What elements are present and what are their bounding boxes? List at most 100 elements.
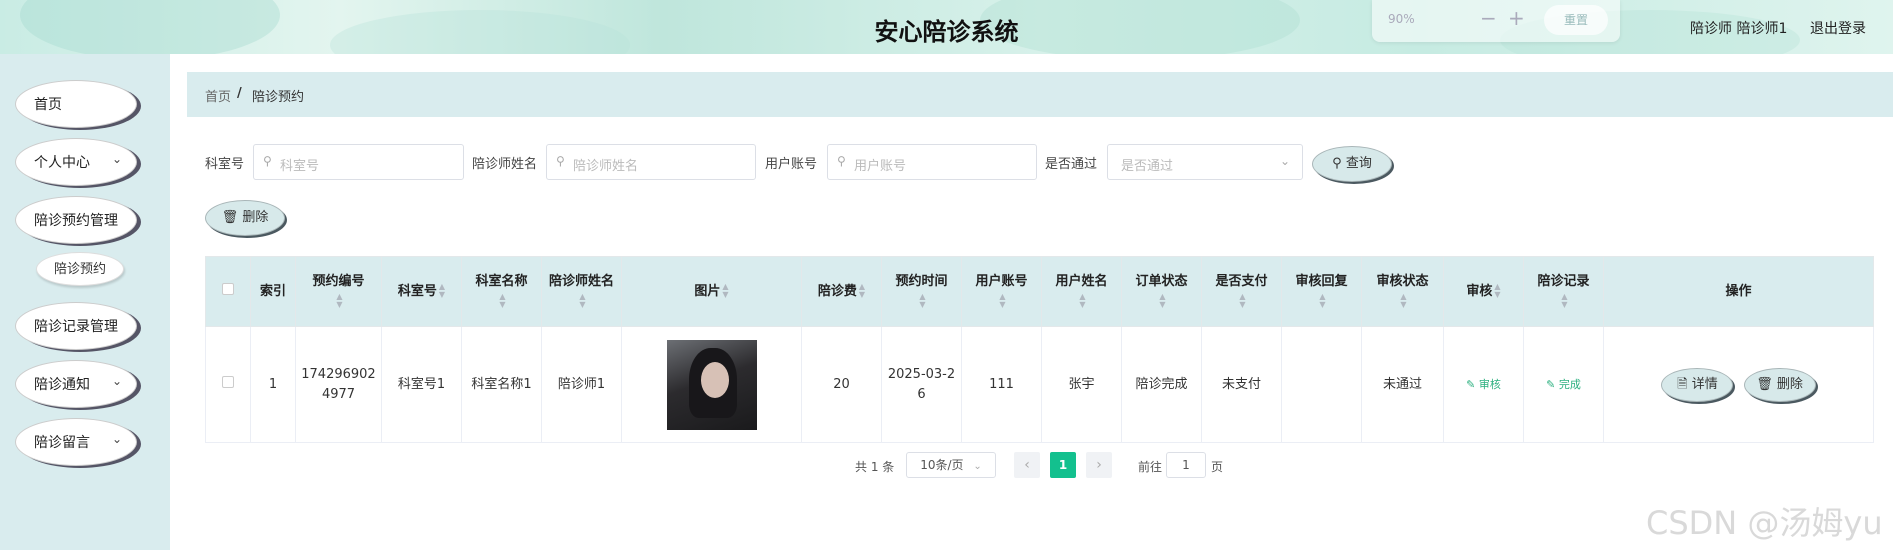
select-placeholder: 是否通过: [1121, 159, 1174, 174]
chevron-down-icon: ⌄: [111, 432, 122, 446]
sort-icon[interactable]: ▲ ▼: [919, 293, 925, 309]
sort-icon[interactable]: ▲ ▼: [1079, 293, 1085, 309]
search-icon: ⚲: [1332, 156, 1342, 171]
cell-review: ✎ 审核: [1443, 326, 1524, 443]
detail-button[interactable]: 🗎 详情: [1661, 367, 1734, 402]
page-size-value: 10条/页: [920, 458, 964, 472]
column-header[interactable]: 陪诊费 ▲ ▼: [801, 256, 882, 327]
column-header: 操作: [1603, 256, 1874, 327]
column-header[interactable]: 预约时间 ▲ ▼: [881, 256, 962, 327]
cell-time: 2025-03-26: [881, 326, 962, 443]
column-header[interactable]: 科室名称 ▲ ▼: [461, 256, 542, 327]
cell-record: ✎ 完成: [1523, 326, 1604, 443]
page-size-select[interactable]: 10条/页 ⌄: [906, 452, 996, 478]
sidebar-subitem-appointment[interactable]: 陪诊预约: [36, 252, 124, 286]
sidebar-item-record-management[interactable]: 陪诊记录管理: [15, 302, 137, 350]
zoom-out-button[interactable]: −: [1480, 6, 1497, 30]
chevron-down-icon: ⌄: [1279, 154, 1290, 168]
sidebar-item-home[interactable]: 首页: [15, 80, 137, 128]
column-header[interactable]: 是否支付 ▲ ▼: [1201, 256, 1282, 327]
sort-icon[interactable]: ▲ ▼: [579, 293, 585, 309]
column-header[interactable]: 预约编号 ▲ ▼: [295, 256, 382, 327]
room-search-input[interactable]: ⚲ 科室号: [253, 144, 464, 180]
sort-icon[interactable]: ▲ ▼: [439, 283, 445, 299]
sort-icon[interactable]: ▲ ▼: [1400, 293, 1406, 309]
cell-actions: 🗎 详情 🗑 删除: [1603, 326, 1874, 443]
breadcrumb-home[interactable]: 首页: [205, 86, 231, 105]
column-header-label: 图片: [694, 283, 721, 299]
sort-icon[interactable]: ▲ ▼: [859, 283, 865, 299]
column-header[interactable]: 图片 ▲ ▼: [621, 256, 802, 327]
column-header-label: 是否支付: [1215, 273, 1268, 289]
column-header-label: 审核: [1466, 283, 1493, 299]
chevron-down-icon: ⌄: [111, 374, 122, 388]
sidebar-item-messages[interactable]: 陪诊留言 ⌄: [15, 418, 137, 466]
sidebar-item-label: 陪诊记录管理: [34, 319, 118, 335]
zoom-reset-button[interactable]: 重置: [1544, 5, 1608, 35]
sort-icon[interactable]: ▲ ▼: [1239, 293, 1245, 309]
goto-page-input[interactable]: 1: [1166, 452, 1206, 478]
top-header: 安心陪诊系统 90% − + 重置 陪诊师 陪诊师1 退出登录: [0, 0, 1893, 54]
pagination-total: 共 1 条: [855, 460, 895, 474]
column-header-label: 陪诊费: [817, 283, 857, 299]
column-header-label: 科室号: [397, 283, 437, 299]
row-checkbox[interactable]: [222, 375, 234, 388]
sidebar-item-appointment-management[interactable]: 陪诊预约管理: [15, 196, 137, 244]
escort-search-input[interactable]: ⚲ 陪诊师姓名: [546, 144, 756, 180]
sort-icon[interactable]: ▲ ▼: [1561, 293, 1567, 309]
edit-icon: ✎: [1466, 377, 1476, 391]
goto-label: 前往: [1138, 460, 1163, 474]
column-header[interactable]: 科室号 ▲ ▼: [381, 256, 462, 327]
select-all-checkbox[interactable]: [222, 282, 234, 295]
sort-icon[interactable]: ▲ ▼: [499, 293, 505, 309]
query-button[interactable]: ⚲ 查询: [1312, 146, 1392, 182]
column-header[interactable]: 陪诊师姓名 ▲ ▼: [541, 256, 622, 327]
column-header-label: 审核状态: [1376, 273, 1429, 289]
avatar-photo[interactable]: [666, 339, 757, 430]
column-header[interactable]: 审核回复 ▲ ▼: [1281, 256, 1362, 327]
column-header[interactable]: 审核 ▲ ▼: [1443, 256, 1524, 327]
search-icon: ⚲: [837, 154, 846, 168]
column-header[interactable]: 用户账号 ▲ ▼: [961, 256, 1042, 327]
account-search-input[interactable]: ⚲ 用户账号: [827, 144, 1037, 180]
row-select-cell[interactable]: [205, 326, 251, 443]
cell-fee: 20: [801, 326, 882, 443]
passed-select[interactable]: 是否通过 ⌄: [1107, 144, 1303, 180]
trash-icon: 🗑: [221, 210, 239, 225]
sort-icon[interactable]: ▲ ▼: [999, 293, 1005, 309]
review-link[interactable]: ✎ 审核: [1466, 378, 1501, 391]
sort-icon[interactable]: ▲ ▼: [336, 293, 342, 309]
column-header[interactable]: 审核状态 ▲ ▼: [1361, 256, 1444, 327]
delete-label: 删除: [242, 210, 269, 225]
watermark: CSDN @汤姆yu: [1646, 504, 1883, 542]
column-header-label: 科室名称: [475, 273, 528, 289]
column-header: 索引: [250, 256, 296, 327]
page-number-current[interactable]: 1: [1050, 452, 1076, 478]
sort-icon[interactable]: ▲ ▼: [1494, 283, 1500, 299]
chevron-down-icon: ⌄: [111, 152, 122, 166]
room-label: 科室号: [205, 157, 245, 172]
column-header[interactable]: 用户姓名 ▲ ▼: [1041, 256, 1122, 327]
column-header[interactable]: 订单状态 ▲ ▼: [1121, 256, 1202, 327]
next-page-button[interactable]: ›: [1086, 452, 1112, 478]
cell-room-name: 科室名称1: [461, 326, 542, 443]
document-icon: 🗎: [1677, 376, 1688, 392]
bulk-delete-button[interactable]: 🗑 删除: [205, 200, 285, 236]
select-all-header[interactable]: [205, 256, 251, 327]
prev-page-button[interactable]: ‹: [1014, 452, 1040, 478]
zoom-in-button[interactable]: +: [1508, 6, 1525, 30]
cell-order-status: 陪诊完成: [1121, 326, 1202, 443]
sort-icon[interactable]: ▲ ▼: [1159, 293, 1165, 309]
current-user: 陪诊师 陪诊师1: [1690, 21, 1788, 37]
sort-icon[interactable]: ▲ ▼: [1319, 293, 1325, 309]
row-delete-button[interactable]: 🗑 删除: [1743, 367, 1816, 402]
sidebar-item-notifications[interactable]: 陪诊通知 ⌄: [15, 360, 137, 408]
logout-link[interactable]: 退出登录: [1810, 18, 1866, 38]
table-row: 1 1742969024977 科室号1 科室名称1 陪诊师1 20 2025-…: [205, 326, 1874, 443]
record-link[interactable]: ✎ 完成: [1546, 378, 1581, 391]
sort-icon[interactable]: ▲ ▼: [722, 283, 728, 299]
sidebar-item-personal-center[interactable]: 个人中心 ⌄: [15, 138, 137, 186]
breadcrumb: 首页 / 陪诊预约: [187, 72, 1893, 117]
trash-icon: 🗑: [1756, 376, 1773, 392]
column-header[interactable]: 陪诊记录 ▲ ▼: [1523, 256, 1604, 327]
